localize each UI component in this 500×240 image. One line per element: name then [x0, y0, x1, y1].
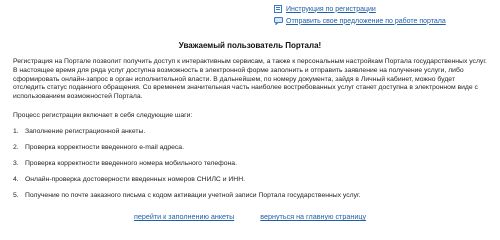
fill-form-link[interactable]: перейти к заполнению анкеты	[134, 212, 234, 221]
step-number: 5.	[13, 192, 19, 199]
step-text: Проверка корректности введенного номера …	[25, 160, 237, 167]
document-icon	[274, 5, 282, 13]
action-links: перейти к заполнению анкеты вернуться на…	[0, 212, 500, 221]
step-text: Получение по почте заказного письма с ко…	[25, 192, 361, 199]
step-text: Заполнение регистрационной анкеты.	[25, 128, 146, 135]
step-item: 4. Онлайн-проверка достоверности введенн…	[13, 176, 493, 192]
registration-instructions-label: Инструкция по регистрации	[286, 5, 376, 13]
step-number: 2.	[13, 144, 19, 151]
step-text: Онлайн-проверка достоверности введенных …	[25, 176, 245, 183]
suggestion-icon	[274, 17, 283, 25]
send-suggestion-link[interactable]: Отправить свое предложение по работе пор…	[274, 15, 494, 27]
steps-intro: Процесс регистрации включает в себя след…	[13, 112, 193, 119]
intro-text: Регистрация на Портале позволит получить…	[13, 58, 487, 101]
registration-instructions-link[interactable]: Инструкция по регистрации	[274, 3, 494, 15]
top-links: Инструкция по регистрации Отправить свое…	[274, 3, 494, 27]
step-text: Проверка корректности введенного e-mail …	[25, 144, 184, 151]
send-suggestion-label: Отправить свое предложение по работе пор…	[286, 17, 446, 25]
registration-steps: 1. Заполнение регистрационной анкеты. 2.…	[13, 128, 493, 208]
step-item: 2. Проверка корректности введенного e-ma…	[13, 144, 493, 160]
step-number: 1.	[13, 128, 19, 135]
step-item: 1. Заполнение регистрационной анкеты.	[13, 128, 493, 144]
step-item: 5. Получение по почте заказного письма с…	[13, 192, 493, 208]
page-title: Уважаемый пользователь Портала!	[178, 41, 322, 50]
step-item: 3. Проверка корректности введенного номе…	[13, 160, 493, 176]
step-number: 4.	[13, 176, 19, 183]
home-page-link[interactable]: вернуться на главную страницу	[260, 212, 366, 221]
step-number: 3.	[13, 160, 19, 167]
